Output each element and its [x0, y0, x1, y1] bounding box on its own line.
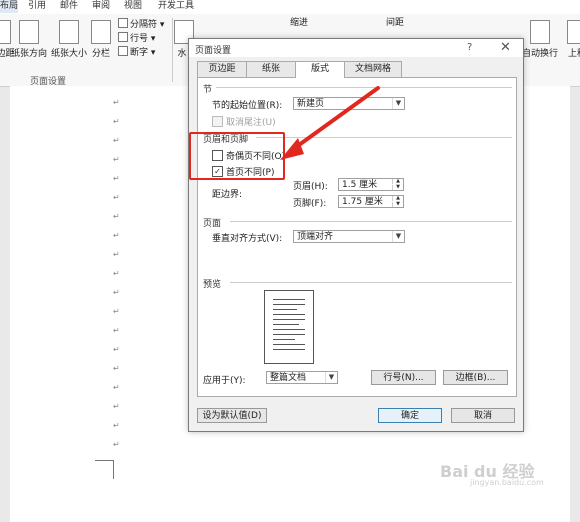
tab-layout-active[interactable]: 版式 [295, 61, 345, 78]
arrow-head [280, 138, 304, 160]
watermark-url: jingyan.baidu.com [470, 478, 544, 487]
arrow-shaft [290, 86, 380, 152]
annotation-arrow [280, 86, 380, 160]
